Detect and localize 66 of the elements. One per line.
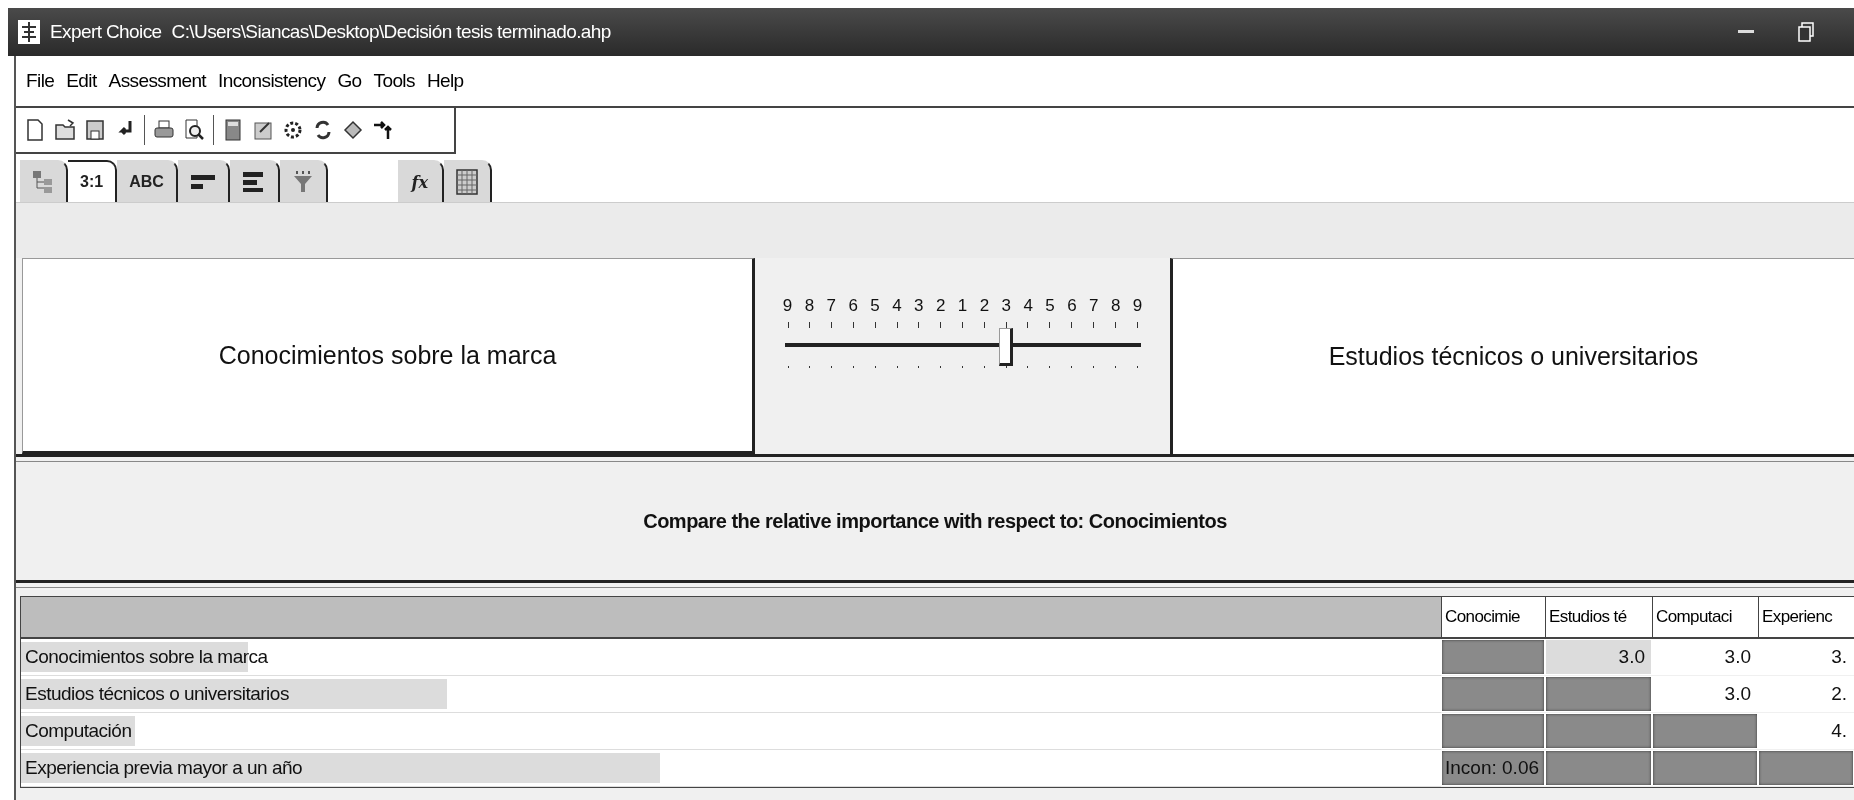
tab[interactable] bbox=[229, 160, 280, 202]
menu-item[interactable]: Inconsistency bbox=[218, 70, 326, 92]
hierarchy-icon bbox=[32, 170, 54, 194]
table-cell[interactable]: 3.0 bbox=[1652, 639, 1758, 675]
scale-number: 9 bbox=[781, 296, 794, 316]
minimize-icon[interactable] bbox=[1738, 29, 1754, 35]
scale-number: 8 bbox=[803, 296, 816, 316]
scale-number: 9 bbox=[1131, 296, 1144, 316]
scale-number: 6 bbox=[847, 296, 859, 316]
file-icon[interactable] bbox=[24, 118, 46, 142]
tab[interactable]: fx bbox=[397, 160, 444, 202]
tab[interactable] bbox=[279, 160, 328, 202]
tab[interactable] bbox=[20, 160, 68, 202]
file-path: C:\Users\Siancas\Desktop\Decisión tesis terminado.ahp bbox=[171, 21, 611, 43]
tab[interactable] bbox=[177, 160, 230, 202]
row-label: Estudios técnicos o universitarios bbox=[24, 683, 289, 705]
column-header: Conocimie bbox=[1441, 597, 1545, 639]
app-logo-icon bbox=[18, 20, 40, 44]
menu-item[interactable]: Tools bbox=[373, 70, 415, 92]
scale-number: 2 bbox=[934, 296, 947, 316]
shaded-cell: Incon: 0.06 bbox=[1441, 750, 1545, 786]
table-cell[interactable]: 3. bbox=[1758, 639, 1854, 675]
scale-number: 4 bbox=[1022, 296, 1034, 316]
funnel-icon bbox=[291, 170, 314, 194]
tab[interactable] bbox=[443, 160, 492, 202]
table-cell[interactable]: 4. bbox=[1758, 713, 1854, 749]
scale-number: 7 bbox=[1088, 296, 1100, 316]
column-header: Experienc bbox=[1758, 597, 1854, 639]
scale-number: 6 bbox=[1066, 296, 1078, 316]
scale-number: 5 bbox=[1044, 296, 1056, 316]
restore-icon[interactable] bbox=[1798, 22, 1814, 42]
column-header: Estudios té bbox=[1545, 597, 1652, 639]
menu-item[interactable]: Edit bbox=[66, 70, 97, 92]
scale-number: 2 bbox=[978, 296, 991, 316]
column-header: Computaci bbox=[1652, 597, 1758, 639]
tab[interactable]: 3:1 bbox=[68, 160, 118, 202]
app-title: Expert Choice bbox=[50, 21, 162, 43]
bars-icon bbox=[189, 173, 216, 191]
table-cell[interactable]: 2. bbox=[1758, 676, 1854, 712]
calculator-icon[interactable] bbox=[222, 118, 244, 142]
table-cell[interactable]: 3.0 bbox=[1545, 639, 1652, 675]
bars-icon bbox=[241, 171, 266, 193]
slider-thumb[interactable] bbox=[999, 328, 1013, 366]
folder-icon[interactable] bbox=[54, 118, 76, 142]
tab[interactable]: ABC bbox=[117, 160, 178, 202]
magnifier-icon[interactable] bbox=[183, 118, 205, 142]
menu-item[interactable]: Go bbox=[337, 70, 362, 92]
row-label: Conocimientos sobre la marca bbox=[24, 646, 268, 668]
right-element-panel[interactable]: Estudios técnicos o universitarios bbox=[1170, 258, 1854, 454]
scale-number: 4 bbox=[891, 296, 903, 316]
scale-number: 3 bbox=[1000, 296, 1012, 316]
scale-number: 3 bbox=[913, 296, 925, 316]
menu-item[interactable]: Assessment bbox=[108, 70, 207, 92]
left-element-panel[interactable]: Conocimientos sobre la marca bbox=[22, 258, 755, 454]
row-label: Computación bbox=[24, 720, 132, 742]
scale-number: 1 bbox=[956, 296, 969, 316]
scale-number: 7 bbox=[825, 296, 837, 316]
row-label: Experiencia previa mayor a un año bbox=[24, 757, 303, 779]
menu-item[interactable]: Help bbox=[426, 70, 464, 92]
arrows-icon[interactable] bbox=[372, 118, 394, 142]
prompt-text: Compare the relative importance with respect to: Conocimientos bbox=[643, 509, 1227, 533]
scale-number: 5 bbox=[869, 296, 881, 316]
menu-item[interactable]: File bbox=[26, 70, 55, 92]
table-cell[interactable]: 3.0 bbox=[1652, 676, 1758, 712]
grid-icon bbox=[455, 169, 478, 195]
scale-number: 8 bbox=[1109, 296, 1122, 316]
